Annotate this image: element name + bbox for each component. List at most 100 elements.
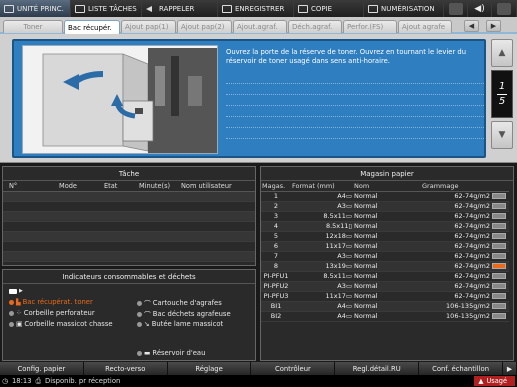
tab-ajout-agraf[interactable]: Ajout.agraf. xyxy=(233,20,287,33)
warning-dot-icon xyxy=(9,299,14,305)
tab-perfor-fs[interactable]: Perfor.(FS) xyxy=(343,20,397,33)
table-row[interactable] xyxy=(3,242,255,252)
tray-grammage: 62-74g/m2 xyxy=(421,261,491,272)
chevron-left-icon: ◀ xyxy=(468,22,475,30)
menu-button[interactable] xyxy=(492,0,517,17)
paper-level-icon xyxy=(492,273,506,279)
page-indicator: 1 5 xyxy=(491,70,513,118)
tray-format: 13x19▭ xyxy=(291,261,353,272)
paper-level-icon xyxy=(492,203,506,209)
job-panel-title: Tâche xyxy=(3,167,255,181)
table-row[interactable]: 6 11x17▭ Normal 62-74g/m2 xyxy=(261,241,509,252)
status-button[interactable] xyxy=(444,0,468,17)
waste-status-badge[interactable]: ▲ Usagé xyxy=(474,376,515,386)
tray-id: BI1 xyxy=(261,301,291,312)
table-row[interactable]: 1 A4▭ Normal 62-74g/m2 xyxy=(261,191,509,202)
bottom-toolbar: Config. papier Recto-verso Réglage Contr… xyxy=(0,362,517,375)
paper-level-icon xyxy=(492,293,506,299)
tray-id: 3 xyxy=(261,211,291,222)
tray-grammage: 62-74g/m2 xyxy=(421,191,491,202)
tab-dech-agraf[interactable]: Déch.agraf. xyxy=(288,20,342,33)
tray-grammage: 62-74g/m2 xyxy=(421,201,491,212)
tray-format: 8.5x11▭ xyxy=(291,211,353,222)
speaker-icon: ◀) xyxy=(474,3,485,14)
triangle-up-icon: ▲ xyxy=(498,48,506,58)
conf-echantillon-button[interactable]: Conf. échantillon xyxy=(419,362,503,375)
tab-ajout-pap-1[interactable]: Ajout pap(1) xyxy=(121,20,176,33)
job-table-header: N° Mode Etat Minute(s) Nom utilisateur xyxy=(3,181,255,192)
controleur-button[interactable]: Contrôleur xyxy=(251,362,336,375)
config-papier-button[interactable]: Config. papier xyxy=(0,362,84,375)
tray-format: A3▭ xyxy=(291,201,353,212)
table-row[interactable]: 3 8.5x11▭ Normal 62-74g/m2 xyxy=(261,211,509,222)
enregistrer-button[interactable]: ENREGISTRER xyxy=(218,0,294,17)
recto-verso-button[interactable]: Recto-verso xyxy=(83,362,168,375)
speaker-button[interactable]: ◀) xyxy=(468,0,492,17)
tray-id: BI2 xyxy=(261,311,291,322)
copie-button[interactable]: COPIE xyxy=(294,0,364,17)
tray-name: Normal xyxy=(353,201,421,212)
table-row[interactable] xyxy=(3,222,255,232)
table-row[interactable]: 8 13x19▭ Normal 62-74g/m2 xyxy=(261,261,509,272)
tray-name: Normal xyxy=(353,281,421,292)
col-minutes: Minute(s) xyxy=(139,182,171,190)
paper-level-icon xyxy=(492,253,506,259)
col-grammage: Grammage xyxy=(421,181,491,192)
status-dot-icon xyxy=(9,321,14,327)
paper-tray-panel: Magasin papier Magas. Format (mm) Nom Gr… xyxy=(260,166,514,361)
more-button[interactable]: ▶ xyxy=(502,362,517,375)
corbeille-perforateur-indicator: ⁘ Corbeille perforateur xyxy=(9,309,95,317)
table-row[interactable]: PI-PFU2 A3▭ Normal 62-74g/m2 xyxy=(261,281,509,292)
reglage-button[interactable]: Réglage xyxy=(167,362,252,375)
table-row[interactable] xyxy=(3,212,255,222)
table-row[interactable]: 7 A3▭ Normal 62-74g/m2 xyxy=(261,251,509,262)
table-row[interactable]: BI2 A4▭ Normal 106-135g/m2 xyxy=(261,311,509,322)
tray-format: A3▭ xyxy=(291,251,353,262)
page-up-button[interactable]: ▲ xyxy=(491,39,513,67)
guide-panel: Ouvrez la porte de la réserve de toner. … xyxy=(0,34,517,163)
tab-bac-recuper[interactable]: Bac récupér. xyxy=(64,20,120,34)
paper-level-icon xyxy=(492,233,506,239)
trim-icon: ▣ xyxy=(16,320,23,328)
rappeler-button[interactable]: RAPPELER xyxy=(142,0,218,17)
regl-detail-ru-button[interactable]: Regl.détail.RU xyxy=(335,362,420,375)
table-row[interactable] xyxy=(3,192,255,202)
staple-icon: ⌒ xyxy=(144,300,151,308)
table-row[interactable] xyxy=(3,252,255,262)
page-current: 1 xyxy=(498,80,506,92)
tray-name: Normal xyxy=(353,271,421,282)
tray-grammage: 62-74g/m2 xyxy=(421,271,491,282)
tab-ajout-agrafe[interactable]: Ajout agrafe xyxy=(398,20,452,33)
consumables-list: ▶ ▙ Bac récupérat. toner ⁘ Corbeille per… xyxy=(3,284,255,360)
numerisation-button[interactable]: NUMÉRISATION xyxy=(364,0,444,17)
col-mode: Mode xyxy=(59,182,77,190)
table-row[interactable]: 5 12x18▭ Normal 62-74g/m2 xyxy=(261,231,509,242)
consumables-panel: Indicateurs consommables et déchets ▶ ▙ … xyxy=(2,269,256,361)
paper-low-icon xyxy=(492,263,506,269)
table-row[interactable]: BI1 A4▭ Normal 106-135g/m2 xyxy=(261,301,509,312)
col-etat: Etat xyxy=(104,182,118,190)
tray-id: 8 xyxy=(261,261,291,272)
table-row[interactable]: PI-PFU1 8.5x11▭ Normal 62-74g/m2 xyxy=(261,271,509,282)
table-row[interactable]: 2 A3▭ Normal 62-74g/m2 xyxy=(261,201,509,212)
liste-taches-button[interactable]: LISTE TÂCHES xyxy=(71,0,142,17)
status-dot-icon xyxy=(137,311,142,317)
unite-princ-button[interactable]: UNITÉ PRINC. xyxy=(0,0,71,17)
tray-grammage: 106-135g/m2 xyxy=(421,311,491,322)
tab-next-button[interactable]: ▶ xyxy=(486,20,501,32)
status-dot-icon xyxy=(9,310,14,316)
status-bar: ◷ 18:13 ⎙ Disponib. pr réception ▲ Usagé xyxy=(0,375,517,387)
water-tank-icon: ▬ xyxy=(144,349,151,357)
guide-instruction-text: Ouvrez la porte de la réserve de toner. … xyxy=(226,48,467,65)
tab-prev-button[interactable]: ◀ xyxy=(464,20,479,32)
tray-name: Normal xyxy=(353,261,421,272)
tab-toner[interactable]: Toner xyxy=(3,20,63,33)
table-row[interactable]: 4 8.5x11▯ Normal 62-74g/m2 xyxy=(261,221,509,232)
page-down-button[interactable]: ▼ xyxy=(491,121,513,149)
table-row[interactable] xyxy=(3,232,255,242)
table-row[interactable]: PI-PFU3 11x17▭ Normal 62-74g/m2 xyxy=(261,291,509,302)
col-user: Nom utilisateur xyxy=(181,182,232,190)
table-row[interactable] xyxy=(3,202,255,212)
tab-ajout-pap-2[interactable]: Ajout pap(2) xyxy=(177,20,232,33)
status-icon xyxy=(448,2,463,15)
